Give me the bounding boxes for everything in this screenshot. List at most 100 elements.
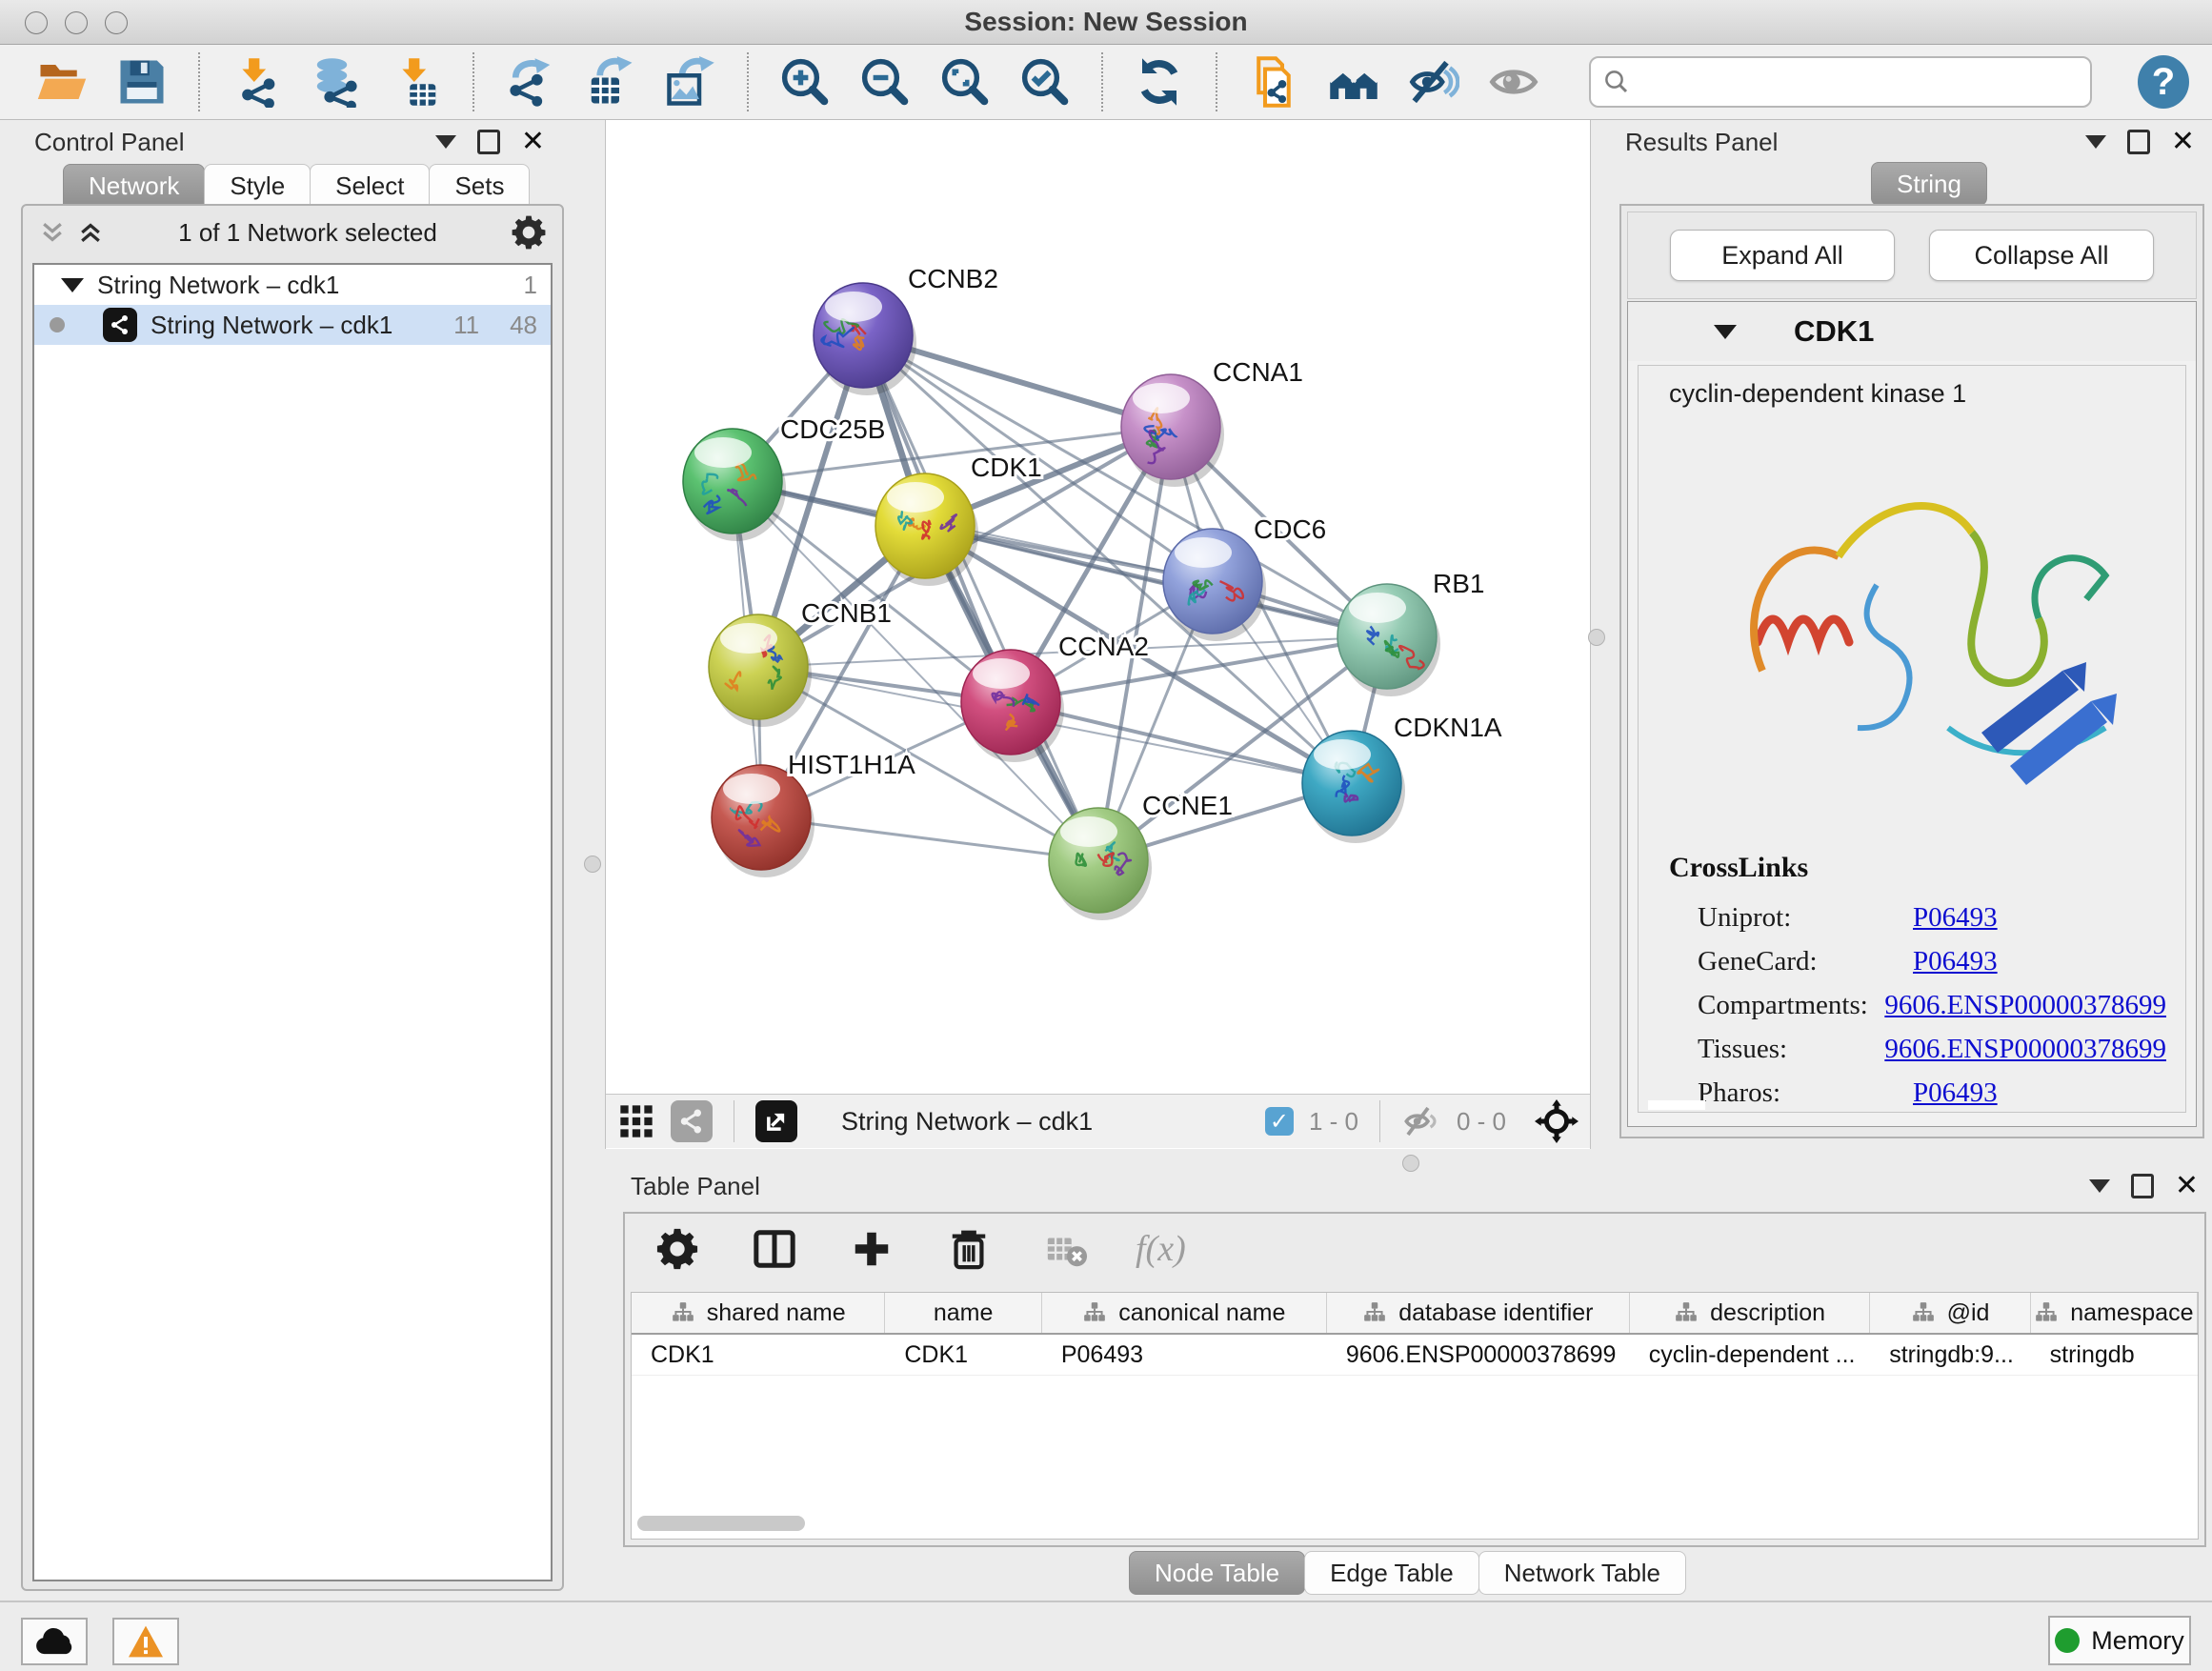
tab-network-table[interactable]: Network Table xyxy=(1478,1551,1686,1595)
hide-glass-button[interactable] xyxy=(1406,54,1461,110)
toolbar-separator xyxy=(747,52,749,111)
network-node-CDC6[interactable]: CDC6 xyxy=(1163,514,1326,641)
zoom-selected-button[interactable] xyxy=(1017,54,1073,110)
import-network-from-database-button[interactable] xyxy=(309,54,364,110)
selected-nodes-checkbox[interactable]: ✓ xyxy=(1265,1107,1294,1136)
crosslink-link[interactable]: P06493 xyxy=(1913,902,1998,934)
open-session-button[interactable] xyxy=(34,54,90,110)
column-header-canonical-name[interactable]: canonical name xyxy=(1042,1293,1327,1333)
table-row[interactable]: CDK1CDK1P064939606.ENSP00000378699cyclin… xyxy=(632,1335,2198,1376)
expand-all-icon[interactable] xyxy=(76,218,105,247)
export-table-button[interactable] xyxy=(583,54,638,110)
warnings-button[interactable] xyxy=(112,1618,179,1665)
table-cell[interactable]: cyclin-dependent ... xyxy=(1630,1335,1871,1375)
panel-close-icon[interactable]: ✕ xyxy=(2171,132,2195,151)
entry-expand-icon[interactable] xyxy=(1714,325,1737,339)
panel-float-icon[interactable] xyxy=(2131,1174,2154,1198)
node-entry-header[interactable]: CDK1 xyxy=(1628,302,2196,361)
toolbar-separator xyxy=(1216,52,1217,111)
tab-sets[interactable]: Sets xyxy=(429,164,530,208)
cloud-status-button[interactable] xyxy=(21,1618,88,1665)
delete-table-button[interactable] xyxy=(1038,1221,1094,1277)
network-collection-row[interactable]: String Network – cdk1 1 xyxy=(34,265,551,305)
network-node-CDKN1A[interactable]: CDKN1A xyxy=(1302,713,1502,843)
panel-collapse-icon[interactable] xyxy=(2089,1179,2110,1193)
column-header-shared-name[interactable]: shared name xyxy=(632,1293,885,1333)
crosslink-link[interactable]: P06493 xyxy=(1913,946,1998,977)
table-options-button[interactable] xyxy=(650,1221,705,1277)
tab-network[interactable]: Network xyxy=(63,164,205,208)
export-network-button[interactable] xyxy=(503,54,558,110)
search-field[interactable] xyxy=(1589,56,2092,108)
grid-mode-icon[interactable] xyxy=(617,1102,655,1140)
tab-node-table[interactable]: Node Table xyxy=(1129,1551,1305,1595)
network-node-HIST1H1A[interactable]: HIST1H1A xyxy=(712,750,915,877)
fit-selected-icon[interactable] xyxy=(1535,1099,1579,1143)
hidden-elements-icon[interactable] xyxy=(1401,1101,1441,1141)
network-view-title: String Network – cdk1 xyxy=(841,1107,1250,1137)
zoom-in-button[interactable] xyxy=(777,54,833,110)
crosslink-link[interactable]: 9606.ENSP00000378699 xyxy=(1884,990,2166,1021)
network-share-icon[interactable] xyxy=(671,1100,713,1142)
export-image-button[interactable] xyxy=(663,54,718,110)
splitter-handle[interactable] xyxy=(1402,1155,1419,1172)
results-scroll-area[interactable]: CDK1 cyclin-dependent kinase 1 xyxy=(1627,301,2197,1127)
crosslink-link[interactable]: P06493 xyxy=(1913,1077,1998,1109)
eye-icon xyxy=(1488,56,1539,108)
panel-float-icon[interactable] xyxy=(2127,130,2150,154)
gear-icon[interactable] xyxy=(511,214,547,251)
tree-expand-icon[interactable] xyxy=(61,278,84,292)
column-header-description[interactable]: description xyxy=(1630,1293,1871,1333)
search-input[interactable] xyxy=(1639,67,2079,98)
show-glass-button[interactable] xyxy=(1486,54,1541,110)
table-cell[interactable]: CDK1 xyxy=(632,1335,885,1375)
expand-all-button[interactable]: Expand All xyxy=(1670,230,1895,281)
copy-network-button[interactable] xyxy=(1246,54,1301,110)
panel-float-icon[interactable] xyxy=(477,130,500,154)
delete-column-button[interactable] xyxy=(941,1221,996,1277)
results-hscrollbar[interactable] xyxy=(1648,1100,1705,1110)
table-hscrollbar[interactable] xyxy=(637,1516,805,1531)
help-button[interactable]: ? xyxy=(2138,55,2189,109)
refresh-button[interactable] xyxy=(1132,54,1187,110)
panel-collapse-icon[interactable] xyxy=(2085,135,2106,149)
table-cell[interactable]: stringdb:9... xyxy=(1870,1335,2030,1375)
add-column-button[interactable] xyxy=(844,1221,899,1277)
import-network-button[interactable] xyxy=(229,54,284,110)
column-header-@id[interactable]: @id xyxy=(1870,1293,2030,1333)
panel-close-icon[interactable]: ✕ xyxy=(2175,1177,2199,1196)
network-node-RB1[interactable]: RB1 xyxy=(1337,569,1484,696)
zoom-out-button[interactable] xyxy=(857,54,913,110)
splitter-handle[interactable] xyxy=(1588,629,1605,646)
detach-view-icon[interactable] xyxy=(755,1100,797,1142)
table-cell[interactable]: CDK1 xyxy=(885,1335,1041,1375)
crosslink-link[interactable]: 9606.ENSP00000378699 xyxy=(1884,1034,2166,1065)
save-session-button[interactable] xyxy=(114,54,170,110)
tab-style[interactable]: Style xyxy=(204,164,311,208)
show-columns-button[interactable] xyxy=(747,1221,802,1277)
panel-close-icon[interactable]: ✕ xyxy=(521,132,545,151)
tab-select[interactable]: Select xyxy=(310,164,430,208)
table-cell[interactable]: stringdb xyxy=(2031,1335,2198,1375)
import-table-button[interactable] xyxy=(389,54,444,110)
memory-button[interactable]: Memory xyxy=(2048,1616,2191,1665)
column-header-database-identifier[interactable]: database identifier xyxy=(1327,1293,1630,1333)
crosslink-label: Compartments: xyxy=(1698,990,1884,1021)
collapse-all-icon[interactable] xyxy=(38,218,67,247)
home-button[interactable] xyxy=(1326,54,1381,110)
zoom-fit-button[interactable] xyxy=(937,54,993,110)
network-node-CCNA1[interactable]: CCNA1 xyxy=(1121,357,1303,487)
column-header-name[interactable]: name xyxy=(885,1293,1041,1333)
table-cell[interactable]: 9606.ENSP00000378699 xyxy=(1327,1335,1630,1375)
network-row[interactable]: String Network – cdk1 11 48 xyxy=(34,305,551,345)
column-header-namespace[interactable]: namespace xyxy=(2031,1293,2198,1333)
network-canvas[interactable]: CCNB2CCNA1CDC25BCDK1CDC6RB1CCNB1CCNA2CDK… xyxy=(606,120,1590,1094)
tab-string[interactable]: String xyxy=(1871,162,1987,206)
tab-edge-table[interactable]: Edge Table xyxy=(1304,1551,1479,1595)
collapse-all-button[interactable]: Collapse All xyxy=(1929,230,2154,281)
network-node-CDK1[interactable]: CDK1 xyxy=(875,453,1042,586)
table-cell[interactable]: P06493 xyxy=(1042,1335,1327,1375)
splitter-handle[interactable] xyxy=(584,856,601,873)
panel-collapse-icon[interactable] xyxy=(435,135,456,149)
function-builder-button[interactable]: f(x) xyxy=(1136,1228,1186,1270)
